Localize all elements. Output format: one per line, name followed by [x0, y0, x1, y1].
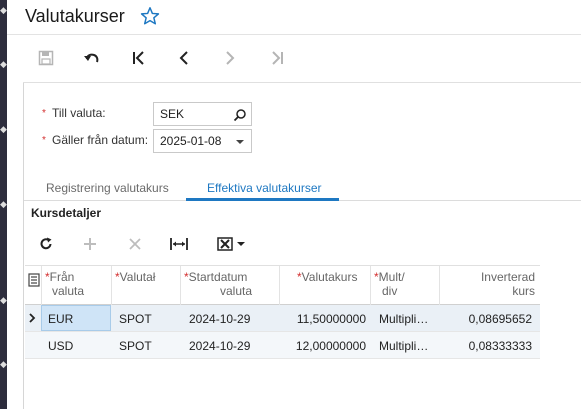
till-valuta-row: * Till valuta: [42, 102, 106, 124]
column-separator [370, 266, 371, 306]
next-icon [226, 51, 235, 65]
cell-start-date[interactable]: 2024-10-29 [189, 312, 250, 326]
add-row-button[interactable] [82, 234, 98, 254]
fit-width-icon [170, 238, 188, 250]
nav-mark: ◆ [0, 5, 7, 15]
col-header-line: Valutakurs [301, 270, 358, 284]
col-header-line: valuta [52, 284, 85, 298]
column-settings-icon[interactable] [28, 273, 40, 287]
cell-rate-type[interactable]: SPOT [119, 312, 152, 326]
col-header-valutatyp[interactable]: *Valutał [115, 270, 155, 284]
galler-fran-label: Gäller från datum: [52, 133, 149, 147]
first-record-icon [133, 51, 144, 65]
col-header-line: div [382, 284, 398, 298]
previous-record-button[interactable] [172, 46, 196, 70]
refresh-button[interactable] [38, 234, 54, 254]
col-header-line: Mult/ [378, 270, 405, 284]
required-marker: * [42, 107, 46, 119]
till-valuta-value: SEK [160, 107, 185, 121]
cell-inverted-rate[interactable]: 0,08695652 [443, 312, 532, 326]
section-title: Kursdetaljer [31, 206, 102, 220]
cell-start-date[interactable]: 2024-10-29 [189, 339, 250, 353]
table-row[interactable]: USD SPOT 2024-10-29 12,00000000 Multipli… [25, 332, 540, 359]
nav-mark: ◆ [0, 124, 7, 134]
galler-fran-value: 2025-01-08 [160, 134, 222, 148]
column-separator [111, 266, 112, 306]
cell-inverted-rate[interactable]: 0,08333333 [443, 339, 532, 353]
nav-mark: ◆ [0, 59, 7, 69]
till-valuta-field[interactable]: SEK [153, 102, 252, 126]
column-separator [180, 266, 181, 306]
last-record-icon [272, 51, 283, 65]
currency-rates-grid: *Från valuta *Valutał *Startdatum valuta… [25, 265, 540, 359]
column-separator [439, 266, 440, 306]
tab-registrering[interactable]: Registrering valutakurs [46, 181, 169, 195]
active-tab-indicator [186, 198, 339, 201]
left-nav-strip: ◆ ◆ ◆ ◆ ◆ ◆ [0, 0, 7, 409]
previous-icon [179, 51, 188, 65]
col-header-valutakurs[interactable]: *Valutakurs [297, 270, 357, 284]
tab-bar: Registrering valutakurs Effektiva valuta… [24, 177, 581, 201]
fit-columns-button[interactable] [170, 234, 188, 254]
page-header: Valutakurser [7, 0, 581, 35]
save-icon [38, 50, 54, 66]
search-icon[interactable] [233, 108, 247, 122]
nav-mark: ◆ [0, 295, 7, 305]
close-icon [129, 238, 141, 250]
col-header-mult-div[interactable]: *Mult/ div [374, 270, 405, 298]
galler-fran-row: * Gäller från datum: [42, 129, 148, 151]
col-header-line: kurs [512, 284, 535, 298]
current-row-icon [29, 313, 36, 323]
required-marker: * [42, 134, 46, 146]
column-separator [41, 266, 42, 306]
plus-icon [84, 238, 96, 250]
col-header-line: Inverterad [480, 270, 535, 284]
delete-row-button[interactable] [127, 234, 143, 254]
save-button[interactable] [34, 46, 58, 70]
cell-from-currency[interactable]: EUR [48, 312, 73, 326]
cell-rate[interactable]: 11,50000000 [283, 312, 366, 326]
cell-rate-type[interactable]: SPOT [119, 339, 152, 353]
refresh-icon [40, 237, 52, 250]
last-record-button[interactable] [265, 46, 289, 70]
grid-toolbar [24, 226, 581, 260]
table-row[interactable]: EUR SPOT 2024-10-29 11,50000000 Multipli… [25, 305, 540, 332]
chevron-down-icon [236, 242, 245, 246]
col-header-fran-valuta[interactable]: *Från valuta [45, 270, 84, 298]
export-excel-button[interactable] [215, 234, 247, 254]
col-header-line: Valutał [119, 270, 156, 284]
cell-from-currency[interactable]: USD [48, 339, 73, 353]
favorite-star-icon[interactable] [139, 5, 161, 27]
grid-header: *Från valuta *Valutał *Startdatum valuta… [25, 265, 540, 306]
next-record-button[interactable] [218, 46, 242, 70]
till-valuta-label: Till valuta: [52, 106, 106, 120]
column-separator [279, 266, 280, 306]
cell-rate[interactable]: 12,00000000 [283, 339, 366, 353]
undo-button[interactable] [80, 46, 104, 70]
form-panel: * Till valuta: SEK * Gäller från datum: … [23, 83, 581, 409]
chevron-down-icon[interactable] [233, 135, 247, 149]
col-header-line: valuta [220, 284, 253, 298]
col-header-line: Från [49, 270, 75, 284]
first-record-button[interactable] [127, 46, 151, 70]
cell-mult-div[interactable]: Multipli… [379, 312, 428, 326]
nav-mark: ◆ [0, 359, 7, 369]
undo-icon [84, 53, 99, 63]
page-title: Valutakurser [25, 6, 125, 26]
col-header-startdatum[interactable]: *Startdatum valuta [184, 270, 252, 298]
main-toolbar [7, 36, 581, 80]
cell-mult-div[interactable]: Multipli… [379, 339, 428, 353]
nav-mark: ◆ [0, 199, 7, 209]
col-header-inverterad-kurs[interactable]: Inverterad kurs [477, 270, 535, 298]
excel-icon [216, 237, 233, 251]
col-header-line: Startdatum [188, 270, 248, 284]
tab-effektiva[interactable]: Effektiva valutakurser [207, 181, 322, 195]
galler-fran-date-field[interactable]: 2025-01-08 [153, 129, 252, 153]
